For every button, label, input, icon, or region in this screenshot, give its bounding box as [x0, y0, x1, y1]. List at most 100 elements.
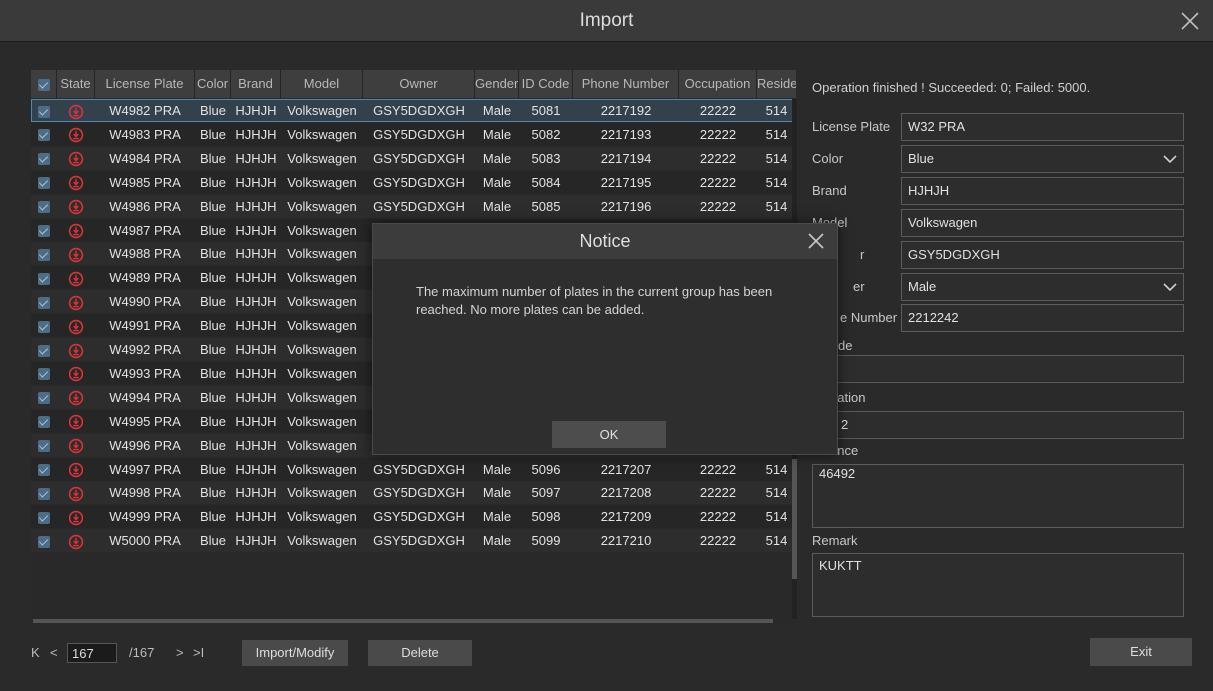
col-header-phone-number[interactable]: Phone Number	[573, 70, 679, 98]
exit-button[interactable]: Exit	[1090, 638, 1192, 666]
col-header-brand[interactable]: Brand	[231, 70, 281, 98]
color-select[interactable]: Blue	[901, 145, 1184, 173]
residence-field[interactable]: 46492	[812, 464, 1184, 528]
table-row[interactable]: W4999 PRA Blue HJHJH Volkswagen GSY5DGDXGH Ma…	[31, 505, 796, 529]
row-checkbox[interactable]	[31, 481, 57, 504]
cell-id-code: 5084	[531, 174, 561, 190]
cell-color: Blue	[199, 342, 227, 357]
cell-license-plate: W4995 PRA	[109, 413, 181, 429]
scrollbar-thumb[interactable]	[792, 459, 797, 579]
close-icon[interactable]	[1177, 8, 1203, 34]
model-field[interactable]: Volkswagen	[901, 209, 1184, 237]
table-row[interactable]: W4998 PRA Blue HJHJH Volkswagen GSY5DGDXGH Ma…	[31, 481, 796, 505]
cell-gender: Male	[482, 198, 512, 214]
occupation-field[interactable]: 2	[812, 411, 1184, 439]
label-id-code: de	[838, 338, 853, 353]
row-checkbox[interactable]	[31, 410, 57, 433]
cell-brand: HJHJH	[235, 509, 277, 525]
row-checkbox[interactable]	[31, 99, 57, 122]
cell-brand: HJHJH	[235, 461, 277, 477]
delete-button[interactable]: Delete	[368, 640, 472, 666]
row-checkbox[interactable]	[31, 386, 57, 409]
col-header-occupation[interactable]: Occupation	[679, 70, 757, 98]
cell-license-plate: W4984 PRA	[109, 150, 181, 166]
col-header-reside[interactable]: Reside	[757, 70, 796, 98]
cell-phone-number: 2217195	[600, 174, 652, 190]
notice-dialog: Notice The maximum number of plates in t…	[372, 223, 838, 455]
row-checkbox[interactable]	[31, 434, 57, 457]
phone-number-field[interactable]: 2212242	[901, 304, 1184, 332]
cell-brand: HJHJH	[235, 103, 277, 118]
operation-status: Operation finished ! Succeeded: 0; Faile…	[812, 80, 1091, 95]
cell-brand: HJHJH	[235, 126, 277, 142]
col-header-license-plate[interactable]: License Plate	[95, 70, 195, 98]
col-header-state[interactable]: State	[57, 70, 95, 98]
ok-button[interactable]: OK	[552, 421, 666, 448]
col-header-color[interactable]: Color	[195, 70, 231, 98]
prev-page-button[interactable]: <	[50, 641, 58, 665]
cell-owner: GSY5DGDXGH	[373, 509, 465, 525]
table-row[interactable]: W4985 PRA Blue HJHJH Volkswagen GSY5DGDXGH Ma…	[31, 170, 796, 194]
row-checkbox[interactable]	[31, 123, 57, 146]
table-row[interactable]: W4983 PRA Blue HJHJH Volkswagen GSY5DGDXGH Ma…	[31, 122, 796, 146]
table-row[interactable]: W4997 PRA Blue HJHJH Volkswagen GSY5DGDXGH Ma…	[31, 457, 796, 481]
cell-model: Volkswagen	[287, 485, 357, 501]
col-header-id-code[interactable]: ID Code	[519, 70, 573, 98]
row-checkbox[interactable]	[31, 458, 57, 481]
remark-field[interactable]: KUKTT	[812, 553, 1184, 617]
page-total: /167	[129, 645, 155, 660]
license-plate-field[interactable]: W32 PRA	[901, 113, 1184, 141]
row-checkbox[interactable]	[31, 147, 57, 170]
table-header: State License Plate Color Brand Model Ow…	[31, 70, 796, 98]
import-modify-button[interactable]: Import/Modify	[242, 640, 348, 666]
label-phone-number: e Number	[840, 310, 898, 325]
first-page-button[interactable]: K	[31, 641, 40, 665]
row-checkbox[interactable]	[31, 171, 57, 194]
row-checkbox[interactable]	[31, 242, 57, 265]
col-header-owner[interactable]: Owner	[363, 70, 475, 98]
owner-field[interactable]: GSY5DGDXGH	[901, 241, 1184, 269]
id-code-field[interactable]	[812, 355, 1184, 383]
cell-reside: 514	[765, 150, 788, 166]
row-checkbox[interactable]	[31, 290, 57, 313]
cell-brand: HJHJH	[235, 294, 277, 310]
cell-occupation: 22222	[699, 198, 737, 214]
cell-model: Volkswagen	[287, 294, 357, 310]
table-row[interactable]: W5000 PRA Blue HJHJH Volkswagen GSY5DGDXGH Ma…	[31, 529, 796, 553]
col-header-gender[interactable]: Gender	[475, 70, 519, 98]
state-error-icon	[57, 266, 95, 289]
cell-color: Blue	[199, 389, 227, 405]
table-row[interactable]: W4982 PRA Blue HJHJH Volkswagen GSY5DGDXGH Ma…	[31, 99, 796, 122]
table-row[interactable]: W4986 PRA Blue HJHJH Volkswagen GSY5DGDXGH Ma…	[31, 194, 796, 218]
cell-owner: GSY5DGDXGH	[373, 198, 465, 214]
row-checkbox[interactable]	[31, 505, 57, 528]
row-checkbox[interactable]	[31, 529, 57, 552]
row-checkbox[interactable]	[31, 314, 57, 337]
cell-color: Blue	[199, 413, 227, 429]
cell-license-plate: W4997 PRA	[109, 461, 181, 477]
row-checkbox[interactable]	[31, 362, 57, 385]
page-number-input[interactable]	[67, 643, 117, 663]
row-checkbox[interactable]	[31, 195, 57, 218]
row-checkbox[interactable]	[31, 219, 57, 242]
row-checkbox[interactable]	[31, 338, 57, 361]
cell-brand: HJHJH	[235, 150, 277, 166]
cell-color: Blue	[199, 461, 227, 477]
cell-id-code: 5085	[531, 198, 561, 214]
next-page-button[interactable]: >	[176, 641, 184, 665]
table-row[interactable]: W4984 PRA Blue HJHJH Volkswagen GSY5DGDXGH Ma…	[31, 146, 796, 170]
col-header-model[interactable]: Model	[281, 70, 363, 98]
last-page-button[interactable]: >I	[193, 641, 204, 665]
brand-field[interactable]: HJHJH	[901, 177, 1184, 205]
cell-id-code: 5097	[531, 485, 561, 501]
select-all-checkbox[interactable]	[31, 70, 57, 98]
cell-phone-number: 2217192	[600, 103, 652, 118]
cell-color: Blue	[199, 318, 227, 334]
row-checkbox[interactable]	[31, 266, 57, 289]
close-icon[interactable]	[807, 232, 825, 250]
cell-reside: 514	[765, 126, 788, 142]
cell-color: Blue	[199, 365, 227, 381]
gender-select[interactable]: Male	[901, 273, 1184, 301]
label-remark: Remark	[812, 533, 858, 548]
table-horizontal-scrollbar[interactable]	[33, 619, 773, 623]
